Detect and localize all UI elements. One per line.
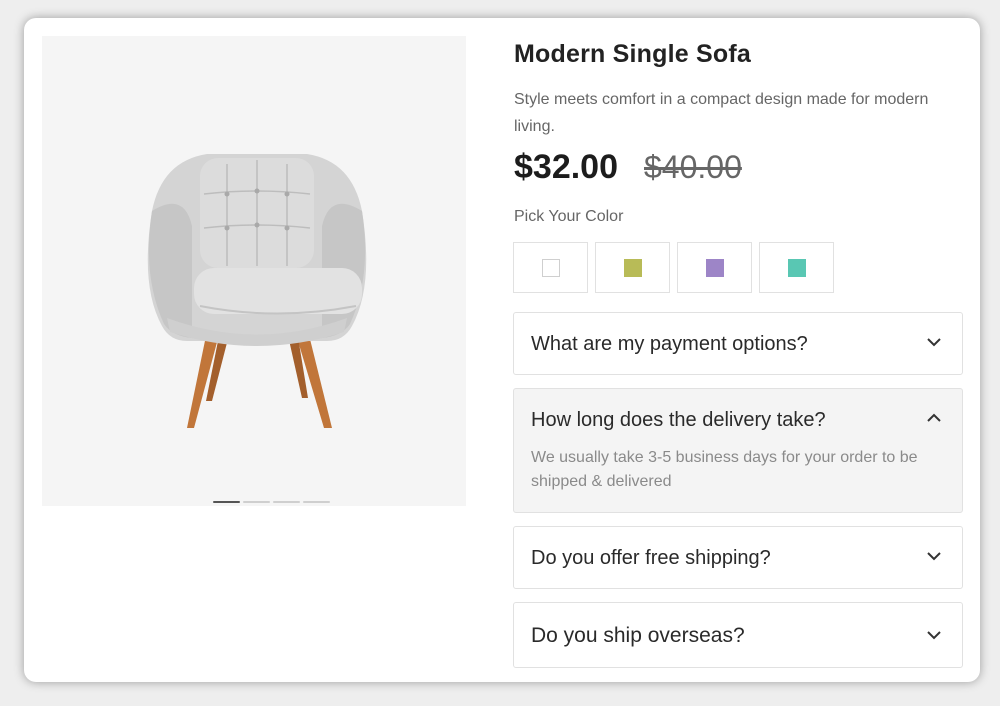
faq-question: Do you ship overseas? xyxy=(531,624,745,647)
product-description: Style meets comfort in a compact design … xyxy=(514,91,929,135)
sale-price: $32.00 xyxy=(514,148,618,186)
gallery-dot[interactable] xyxy=(243,501,270,503)
faq-question: What are my payment options? xyxy=(531,333,808,355)
product-card: Modern Single Sofa Style meets comfort i… xyxy=(24,18,980,682)
chevron-down-icon xyxy=(927,552,941,561)
color-option-white[interactable] xyxy=(513,242,588,293)
white-swatch xyxy=(541,258,560,277)
faq-question: How long does the delivery take? xyxy=(531,409,826,431)
faq-question: Do you offer free shipping? xyxy=(531,547,771,569)
color-option-teal[interactable] xyxy=(759,242,834,293)
teal-swatch xyxy=(787,258,806,277)
color-option-purple[interactable] xyxy=(677,242,752,293)
gallery-dot[interactable] xyxy=(273,501,300,503)
faq-item-payment[interactable]: What are my payment options? xyxy=(513,312,963,375)
gallery-dot[interactable] xyxy=(303,501,330,503)
color-option-olive[interactable] xyxy=(595,242,670,293)
armchair-image xyxy=(147,154,367,428)
chevron-down-icon xyxy=(927,631,941,640)
olive-swatch xyxy=(623,258,642,277)
color-picker xyxy=(513,242,834,293)
product-image-gallery[interactable] xyxy=(42,36,466,506)
faq-answer: We usually take 3-5 business days for yo… xyxy=(531,449,918,490)
faq-item-free-shipping[interactable]: Do you offer free shipping? xyxy=(513,526,963,589)
original-price: $40.00 xyxy=(644,149,742,185)
price-row: $32.00 $40.00 xyxy=(514,148,742,187)
gallery-dot[interactable] xyxy=(213,501,240,503)
faq-item-overseas[interactable]: Do you ship overseas? xyxy=(513,602,963,668)
product-title: Modern Single Sofa xyxy=(514,40,751,68)
chevron-down-icon xyxy=(927,338,941,347)
color-picker-label: Pick Your Color xyxy=(514,208,624,225)
gallery-pagination xyxy=(213,501,330,503)
purple-swatch xyxy=(705,258,724,277)
chevron-up-icon xyxy=(927,413,941,422)
faq-item-delivery[interactable]: How long does the delivery take? We usua… xyxy=(513,388,963,513)
